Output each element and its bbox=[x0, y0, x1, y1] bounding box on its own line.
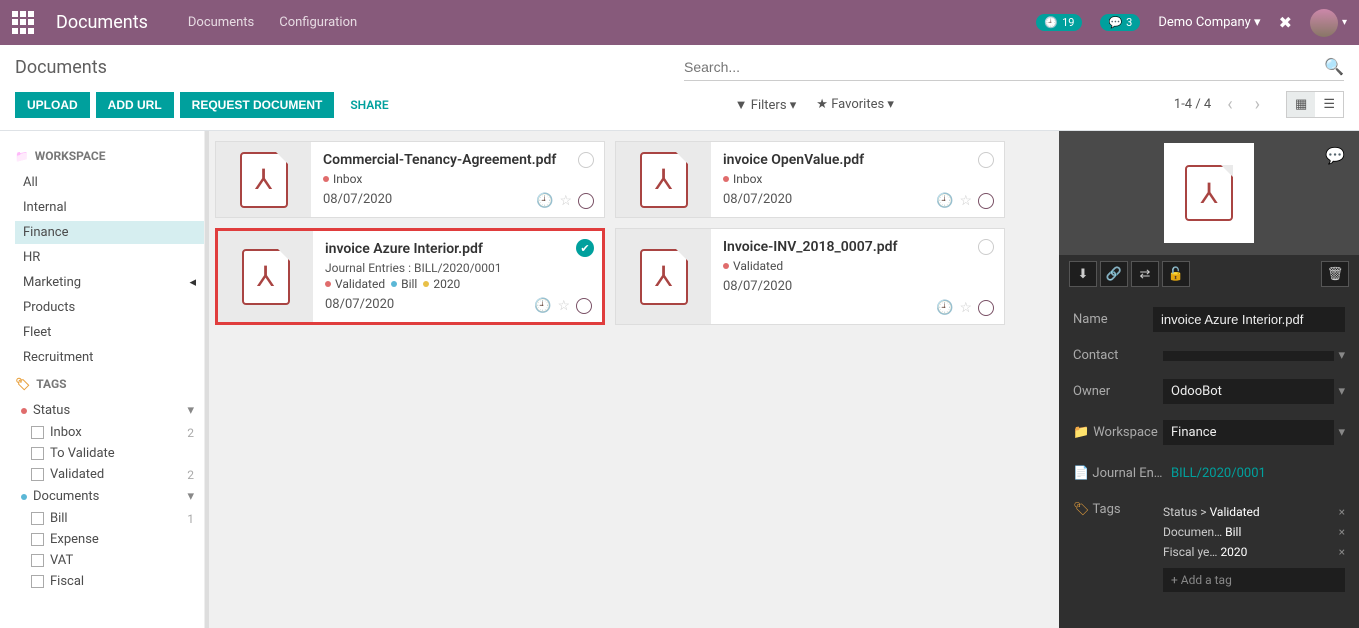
name-input[interactable] bbox=[1153, 307, 1345, 332]
workspace-select[interactable]: Finance bbox=[1163, 420, 1334, 445]
download-button[interactable]: ⬇ bbox=[1069, 261, 1097, 287]
star-icon[interactable]: ☆ bbox=[559, 193, 572, 209]
workspace-finance[interactable]: Finance bbox=[15, 221, 204, 244]
nav-documents[interactable]: Documents bbox=[188, 15, 254, 30]
tag-expense[interactable]: Expense bbox=[31, 529, 204, 550]
journal-link[interactable]: BILL/2020/0001 bbox=[1163, 461, 1345, 486]
lock-button[interactable]: 🔓 bbox=[1162, 261, 1190, 287]
remove-tag[interactable]: × bbox=[1339, 525, 1345, 539]
upload-button[interactable]: UPLOAD bbox=[15, 92, 90, 118]
add-tag-input[interactable]: + Add a tag bbox=[1163, 568, 1345, 592]
apps-icon[interactable] bbox=[12, 11, 36, 35]
message-badge[interactable]: 💬 3 bbox=[1100, 14, 1140, 31]
tag-chip: Documen… Bill× bbox=[1163, 522, 1345, 542]
star-icon[interactable]: ☆ bbox=[557, 298, 570, 314]
card-title: Invoice-INV_2018_0007.pdf bbox=[723, 239, 992, 255]
pager-text: 1-4 / 4 bbox=[1174, 97, 1211, 112]
clock-icon[interactable]: 🕘 bbox=[534, 298, 551, 314]
page-title: Documents bbox=[15, 57, 107, 78]
face-icon[interactable] bbox=[978, 193, 994, 209]
filters-dropdown[interactable]: ▼ Filters ▾ bbox=[735, 97, 797, 113]
contact-select[interactable] bbox=[1163, 351, 1334, 361]
document-card[interactable]: ⅄ Commercial-Tenancy-Agreement.pdf Inbox… bbox=[215, 141, 605, 218]
face-icon[interactable] bbox=[576, 298, 592, 314]
company-switcher[interactable]: Demo Company ▾ bbox=[1158, 15, 1260, 30]
pager-prev[interactable]: ‹ bbox=[1221, 94, 1238, 115]
search-icon[interactable]: 🔍 bbox=[1324, 57, 1344, 76]
replace-button[interactable]: ⇄ bbox=[1131, 261, 1159, 287]
clock-icon[interactable]: 🕘 bbox=[936, 300, 953, 316]
preview-pdf-icon: ⅄ bbox=[1185, 165, 1233, 221]
search-input[interactable] bbox=[684, 59, 1324, 75]
card-title: invoice OpenValue.pdf bbox=[723, 152, 992, 168]
tag-bill[interactable]: Bill1 bbox=[31, 508, 204, 529]
tags-header: 🏷TAGS bbox=[15, 377, 204, 391]
tag-group-documents[interactable]: Documents▾ bbox=[15, 485, 204, 508]
card-title: invoice Azure Interior.pdf bbox=[325, 241, 590, 257]
app-title: Documents bbox=[56, 12, 148, 33]
pdf-icon: ⅄ bbox=[240, 152, 288, 208]
tag-group-status[interactable]: Status▾ bbox=[15, 399, 204, 422]
nav-configuration[interactable]: Configuration bbox=[279, 15, 357, 30]
add-url-button[interactable]: ADD URL bbox=[96, 92, 174, 118]
pdf-icon: ⅄ bbox=[640, 249, 688, 305]
select-circle[interactable] bbox=[578, 152, 594, 168]
remove-tag[interactable]: × bbox=[1339, 545, 1345, 559]
view-list[interactable]: ☰ bbox=[1315, 92, 1343, 117]
face-icon[interactable] bbox=[978, 300, 994, 316]
view-kanban[interactable]: ▦ bbox=[1287, 92, 1315, 117]
card-title: Commercial-Tenancy-Agreement.pdf bbox=[323, 152, 592, 168]
document-card[interactable]: ⅄ invoice OpenValue.pdf Inbox 08/07/2020… bbox=[615, 141, 1005, 218]
remove-tag[interactable]: × bbox=[1339, 505, 1345, 519]
tag-validated[interactable]: Validated2 bbox=[31, 464, 204, 485]
share-button[interactable]: 🔗 bbox=[1100, 261, 1128, 287]
workspace-marketing[interactable]: Marketing bbox=[15, 271, 204, 294]
document-card-selected[interactable]: ⅄ ✔ invoice Azure Interior.pdf Journal E… bbox=[215, 228, 605, 325]
card-subtitle: Journal Entries : BILL/2020/0001 bbox=[325, 261, 590, 275]
clock-icon[interactable]: 🕘 bbox=[536, 193, 553, 209]
tag-chip: Fiscal ye… 2020× bbox=[1163, 542, 1345, 562]
share-link[interactable]: SHARE bbox=[350, 98, 388, 112]
workspace-fleet[interactable]: Fleet bbox=[15, 321, 204, 344]
avatar-icon bbox=[1310, 9, 1338, 37]
search-box[interactable]: 🔍 bbox=[684, 53, 1344, 81]
activity-badge[interactable]: 🕘 19 bbox=[1036, 14, 1082, 31]
select-circle[interactable] bbox=[978, 239, 994, 255]
user-menu[interactable]: ▾ bbox=[1310, 9, 1347, 37]
workspace-all[interactable]: All bbox=[15, 171, 204, 194]
workspace-recruitment[interactable]: Recruitment bbox=[15, 346, 204, 369]
tag-inbox[interactable]: Inbox2 bbox=[31, 422, 204, 443]
tag-to-validate[interactable]: To Validate bbox=[31, 443, 204, 464]
workspace-internal[interactable]: Internal bbox=[15, 196, 204, 219]
selected-check-icon[interactable]: ✔ bbox=[576, 239, 594, 257]
star-icon[interactable]: ☆ bbox=[959, 300, 972, 316]
favorites-dropdown[interactable]: ★ Favorites ▾ bbox=[816, 97, 894, 113]
face-icon[interactable] bbox=[578, 193, 594, 209]
workspace-products[interactable]: Products bbox=[15, 296, 204, 319]
pdf-icon: ⅄ bbox=[242, 249, 290, 305]
tag-fiscal[interactable]: Fiscal bbox=[31, 571, 204, 592]
card-date: 08/07/2020 bbox=[723, 279, 992, 294]
debug-icon[interactable]: ✖ bbox=[1279, 13, 1292, 32]
pager-next[interactable]: › bbox=[1249, 94, 1266, 115]
clock-icon[interactable]: 🕘 bbox=[936, 193, 953, 209]
owner-select[interactable]: OdooBot bbox=[1163, 379, 1334, 404]
sidebar-resize-handle[interactable] bbox=[205, 131, 209, 628]
tag-vat[interactable]: VAT bbox=[31, 550, 204, 571]
delete-button[interactable]: 🗑 bbox=[1321, 261, 1349, 287]
document-card[interactable]: ⅄ Invoice-INV_2018_0007.pdf Validated 08… bbox=[615, 228, 1005, 325]
request-document-button[interactable]: REQUEST DOCUMENT bbox=[180, 92, 335, 118]
workspace-header: WORKSPACE bbox=[15, 149, 204, 163]
star-icon[interactable]: ☆ bbox=[959, 193, 972, 209]
chatter-icon[interactable]: 💬 bbox=[1317, 137, 1353, 173]
tag-chip: Status > Validated× bbox=[1163, 502, 1345, 522]
workspace-hr[interactable]: HR bbox=[15, 246, 204, 269]
select-circle[interactable] bbox=[978, 152, 994, 168]
pdf-icon: ⅄ bbox=[640, 152, 688, 208]
